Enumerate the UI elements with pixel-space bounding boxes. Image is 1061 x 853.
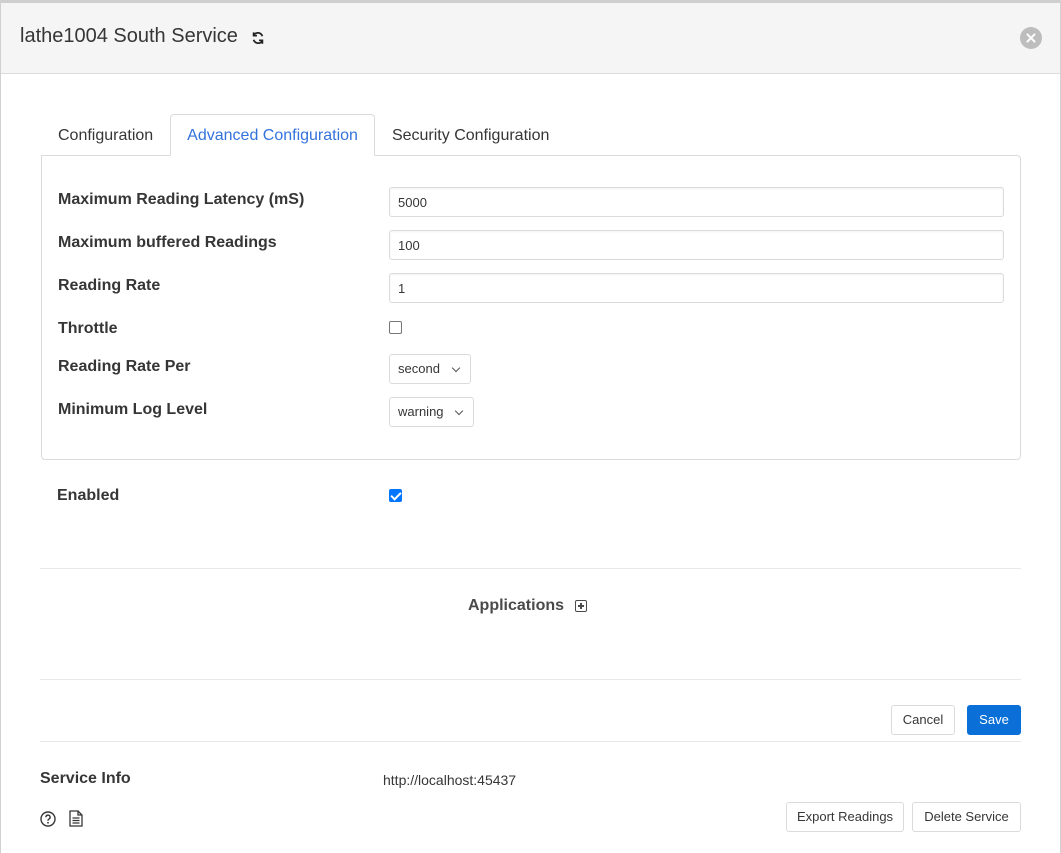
divider	[40, 679, 1021, 680]
divider	[40, 741, 1021, 742]
service-url: http://localhost:45437	[383, 772, 517, 788]
chevron-down-icon	[454, 406, 464, 416]
max-buffered-label: Maximum buffered Readings	[58, 234, 277, 251]
service-info-label: Service Info	[40, 770, 131, 787]
rate-per-label: Reading Rate Per	[58, 358, 191, 375]
rate-per-value: second	[398, 361, 440, 376]
plus-square-icon[interactable]	[575, 600, 587, 612]
applications-label: Applications	[468, 597, 565, 614]
document-icon[interactable]	[69, 810, 83, 827]
max-buffered-input[interactable]	[389, 230, 1004, 260]
help-circle-icon[interactable]	[40, 811, 56, 827]
modal-header: lathe1004 South Service	[1, 3, 1060, 74]
throttle-label: Throttle	[58, 320, 118, 337]
save-button[interactable]: Save	[967, 705, 1021, 735]
tab-bar: Configuration Advanced Configuration Sec…	[41, 114, 566, 156]
refresh-icon[interactable]	[251, 31, 265, 45]
divider	[40, 568, 1021, 569]
modal-left-border	[0, 0, 1, 853]
export-readings-button[interactable]: Export Readings	[786, 802, 904, 832]
enabled-label: Enabled	[57, 487, 120, 504]
tab-configuration[interactable]: Configuration	[41, 114, 170, 156]
enabled-checkbox[interactable]	[389, 489, 402, 502]
log-level-value: warning	[398, 404, 444, 419]
max-latency-input[interactable]	[389, 187, 1004, 217]
throttle-checkbox[interactable]	[389, 321, 402, 334]
max-latency-label: Maximum Reading Latency (mS)	[58, 191, 305, 208]
close-icon[interactable]	[1020, 27, 1042, 49]
reading-rate-input[interactable]	[389, 273, 1004, 303]
reading-rate-label: Reading Rate	[58, 277, 161, 294]
tab-security-configuration[interactable]: Security Configuration	[375, 114, 566, 156]
modal-title: lathe1004 South Service	[20, 25, 238, 47]
advanced-configuration-panel: Maximum Reading Latency (mS) Maximum buf…	[41, 155, 1021, 460]
chevron-down-icon	[451, 363, 461, 373]
delete-service-button[interactable]: Delete Service	[912, 802, 1021, 832]
rate-per-select[interactable]: second	[389, 354, 471, 384]
cancel-button[interactable]: Cancel	[891, 705, 955, 735]
log-level-select[interactable]: warning	[389, 397, 474, 427]
tab-advanced-configuration[interactable]: Advanced Configuration	[170, 114, 375, 156]
log-level-label: Minimum Log Level	[58, 401, 208, 418]
